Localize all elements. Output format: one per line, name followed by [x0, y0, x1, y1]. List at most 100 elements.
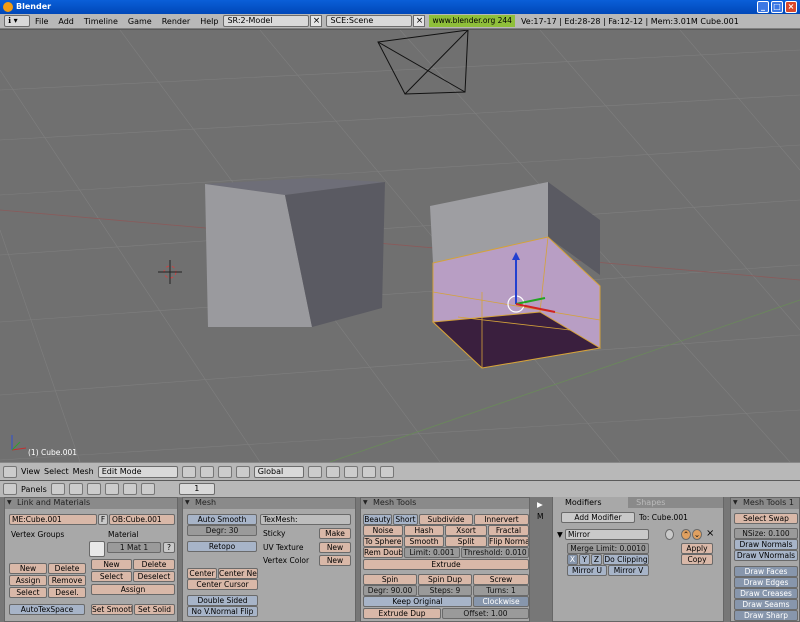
vgroup-assign-button[interactable]: Assign [9, 575, 47, 586]
modifier-name-field[interactable]: Mirror [565, 529, 649, 540]
noise-button[interactable]: Noise [363, 525, 403, 536]
innervert-selector[interactable]: Innervert [474, 514, 529, 525]
spin-button[interactable]: Spin [363, 574, 417, 585]
normal-size-field[interactable]: NSize: 0.100 [734, 528, 798, 539]
keep-original-toggle[interactable]: Keep Original [363, 596, 472, 607]
view-window-type-icon[interactable] [3, 465, 17, 478]
retopo-toggle[interactable]: Retopo [187, 541, 257, 552]
camera-object[interactable] [377, 30, 469, 95]
menu-render[interactable]: Render [157, 17, 195, 26]
render-icon[interactable] [379, 465, 394, 478]
menu-file[interactable]: File [30, 17, 53, 26]
subdivide-button[interactable]: Subdivide [419, 514, 473, 525]
vertex-select-icon[interactable] [325, 465, 340, 478]
draw-vnormals-toggle[interactable]: Draw VNormals [734, 550, 798, 561]
do-clipping-toggle[interactable]: Do Clipping [603, 554, 649, 565]
mode-selector[interactable]: Edit Mode [97, 465, 178, 478]
draw-faces-toggle[interactable]: Draw Faces [734, 566, 798, 577]
center-cursor-button[interactable]: Center Cursor [187, 579, 258, 590]
vgroup-remove-button[interactable]: Remove [48, 575, 86, 586]
context-shading-icon[interactable] [86, 483, 101, 495]
texmesh-field[interactable]: TexMesh: [260, 514, 351, 525]
material-deselect-button[interactable]: Deselect [133, 571, 175, 582]
fake-user-button[interactable]: F [98, 514, 108, 525]
beauty-toggle[interactable]: Beauty [363, 514, 392, 525]
material-delete-button[interactable]: Delete [133, 559, 175, 570]
clockwise-toggle[interactable]: Clockwise [473, 596, 529, 607]
material-select-button[interactable]: Select [91, 571, 132, 582]
copy-modifier-button[interactable]: Copy [681, 554, 713, 565]
object-name-field[interactable]: OB:Cube.001 [109, 514, 175, 525]
face-select-icon[interactable] [361, 465, 376, 478]
screw-turns-field[interactable]: Turns: 1 [473, 585, 529, 596]
fractal-button[interactable]: Fractal [488, 525, 529, 536]
menu-add[interactable]: Add [53, 17, 79, 26]
cube-right-edit[interactable] [430, 182, 602, 369]
xsort-button[interactable]: Xsort [445, 525, 487, 536]
move-down-icon[interactable]: ⌄ [692, 529, 702, 540]
spin-steps-field[interactable]: Steps: 9 [418, 585, 472, 596]
buttons-window-type-icon[interactable] [3, 483, 17, 495]
screen-selector[interactable]: SR:2-Model [223, 15, 310, 27]
mirror-u-toggle[interactable]: Mirror U [567, 565, 607, 576]
menu-select[interactable]: Select [44, 467, 69, 476]
smooth-button[interactable]: Smooth [404, 536, 444, 547]
material-index-field[interactable]: 1 Mat 1 [107, 542, 161, 553]
extrude-button[interactable]: Extrude [363, 559, 529, 570]
pivot-icon[interactable] [199, 465, 214, 478]
set-solid-button[interactable]: Set Solid [134, 604, 175, 615]
material-new-button[interactable]: New [91, 559, 132, 570]
close-icon[interactable]: × [785, 1, 797, 13]
flip-normal-button[interactable]: Flip Normal [488, 536, 529, 547]
menu-help[interactable]: Help [195, 17, 223, 26]
sticky-make-button[interactable]: Make [319, 528, 351, 539]
uv-texture-new-button[interactable]: New [319, 542, 351, 553]
draw-normals-toggle[interactable]: Draw Normals [734, 539, 798, 550]
expand-modifier-icon[interactable]: ▼ [557, 530, 563, 539]
context-logic-icon[interactable] [50, 483, 65, 495]
delete-scene-icon[interactable]: × [413, 15, 426, 27]
merge-limit-field[interactable]: Merge Limit: 0.0010 [567, 543, 649, 554]
rem-doubles-button[interactable]: Rem Doubl [363, 547, 403, 558]
vgroup-deselect-button[interactable]: Desel. [48, 587, 86, 598]
vgroup-select-button[interactable]: Select [9, 587, 47, 598]
draw-sharp-toggle[interactable]: Draw Sharp [734, 610, 798, 621]
to-sphere-button[interactable]: To Sphere [363, 536, 403, 547]
draw-edges-toggle[interactable]: Draw Edges [734, 577, 798, 588]
spin-degree-field[interactable]: Degr: 90.00 [363, 585, 417, 596]
autotexspace-toggle[interactable]: AutoTexSpace [9, 604, 85, 615]
frame-field[interactable]: 1 [178, 483, 215, 495]
mesh-name-field[interactable]: ME:Cube.001 [9, 514, 97, 525]
limit-field[interactable]: Limit: 0.001 [404, 547, 460, 558]
mirror-v-toggle[interactable]: Mirror V [608, 565, 649, 576]
3d-viewport[interactable]: (1) Cube.001 [0, 30, 800, 462]
no-vnormal-flip-toggle[interactable]: No V.Normal Flip [187, 606, 258, 617]
axis-z-toggle[interactable]: Z [591, 554, 602, 565]
set-smooth-button[interactable]: Set Smooth [91, 604, 133, 615]
center-new-button[interactable]: Center New [218, 568, 258, 579]
panel-title[interactable]: Mesh Tools [361, 498, 529, 509]
material-color-swatch[interactable] [89, 541, 105, 557]
collapse-arrow-icon[interactable]: ▶ [537, 500, 543, 509]
panel-title[interactable]: Link and Materials [5, 498, 177, 509]
material-assign-button[interactable]: Assign [91, 584, 175, 595]
remove-modifier-icon[interactable]: × [706, 528, 714, 539]
tab-modifiers[interactable]: Modifiers [553, 497, 629, 508]
panel-title[interactable]: Mesh [183, 498, 355, 509]
minimize-icon[interactable]: _ [757, 1, 769, 13]
menu-game[interactable]: Game [123, 17, 157, 26]
panel-title[interactable]: Mesh Tools 1 [731, 498, 799, 509]
layer-icon[interactable] [307, 465, 322, 478]
hand-icon[interactable] [217, 465, 232, 478]
menu-view[interactable]: View [21, 467, 40, 476]
double-sided-toggle[interactable]: Double Sided [187, 595, 258, 606]
screw-button[interactable]: Screw [473, 574, 529, 585]
vgroup-delete-button[interactable]: Delete [48, 563, 86, 574]
vertex-color-new-button[interactable]: New [319, 555, 351, 566]
context-script-icon[interactable] [68, 483, 83, 495]
menu-timeline[interactable]: Timeline [79, 17, 123, 26]
orientation-selector[interactable]: Global [253, 465, 304, 478]
modifier-visibility-icon[interactable] [665, 529, 674, 540]
threshold-field[interactable]: Threshold: 0.010 [461, 547, 529, 558]
short-toggle[interactable]: Short [393, 514, 418, 525]
